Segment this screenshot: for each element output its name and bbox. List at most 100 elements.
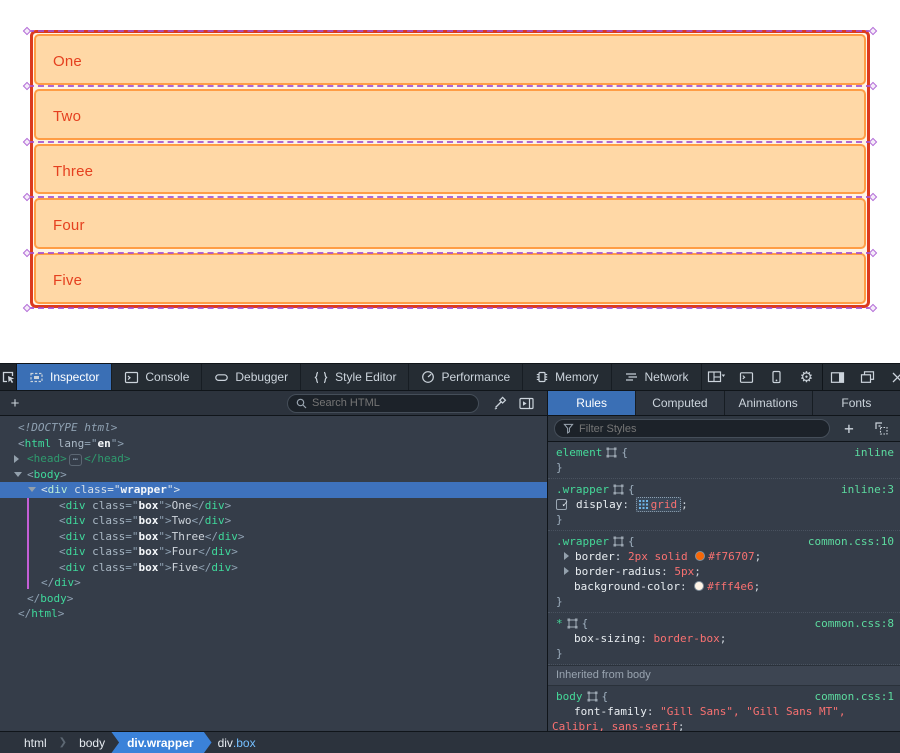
page-box-four: Four [34,198,866,249]
filter-styles-input[interactable] [579,423,821,435]
stylesheet-link[interactable]: common.css:1 [815,689,894,704]
tab-memory[interactable]: Memory [523,364,611,390]
grid-highlighter-toggle[interactable]: grid [636,497,682,512]
declaration-checkbox[interactable] [556,499,567,510]
sidebar-tab-computed[interactable]: Computed [636,391,724,415]
tab-style-editor[interactable]: Style Editor [301,364,409,390]
breadcrumb-separator-icon: ❯ [59,737,67,748]
highlight-selector-icon[interactable] [602,446,621,459]
split-console-icon[interactable] [732,364,762,391]
css-declaration[interactable]: display: grid; [548,497,900,512]
tab-performance[interactable]: Performance [409,364,523,390]
separate-window-icon[interactable] [853,364,883,391]
rules-view: + element{inline}.wrapper{inline:3displa… [548,416,900,731]
search-html-box[interactable] [287,394,479,413]
markup-node[interactable]: <div class="box">One</div> [0,498,547,514]
search-icon [296,398,307,409]
breadcrumb-item-selected[interactable]: div.wrapper [111,732,211,753]
expand-twisty[interactable] [14,455,19,463]
color-swatch[interactable] [694,581,704,591]
markup-node[interactable]: </div> [0,575,547,591]
css-declaration[interactable]: background-color: #fff4e6; [548,579,900,594]
markup-view: <!DOCTYPE html><html lang="en"><head>⋯</… [0,416,548,731]
stylesheet-link[interactable]: common.css:8 [815,616,894,631]
filter-styles-box[interactable] [554,419,830,438]
breadcrumb-item[interactable]: html [14,732,57,753]
markup-node-selected[interactable]: <div class="wrapper"> [0,482,547,498]
markup-node[interactable]: </html> [0,606,547,622]
select-iframe-icon[interactable] [702,364,732,391]
tab-label: Console [145,370,189,384]
add-rule-button[interactable]: + [836,416,862,441]
css-rule: *{common.css:8box-sizing: border-box;} [548,613,900,665]
console-icon [124,371,139,384]
markup-node[interactable]: <body> [0,467,547,483]
style-editor-icon [313,371,329,384]
page-box-five: Five [34,253,866,304]
page-box-three: Three [34,144,866,195]
network-icon [624,371,639,383]
search-html-input[interactable] [312,397,470,409]
markup-node[interactable]: <head>⋯</head> [0,451,547,467]
breadcrumb-item[interactable]: div.box [208,732,266,753]
markup-node[interactable]: <div class="box">Five</div> [0,560,547,576]
tab-label: Performance [441,370,510,384]
tab-console[interactable]: Console [112,364,202,390]
markup-node[interactable]: <div class="box">Four</div> [0,544,547,560]
sidebar-tab-animations[interactable]: Animations [725,391,813,415]
close-icon[interactable] [883,364,900,391]
css-rule: element{inline} [548,442,900,479]
grid-row-line [28,30,872,32]
css-rule: body{common.css:1font-family: "Gill Sans… [548,686,900,731]
css-declaration[interactable]: font-family: "Gill Sans", "Gill Sans MT"… [548,704,900,731]
expand-declaration-icon[interactable] [564,552,569,560]
expand-twisty[interactable] [28,487,36,492]
tab-inspector[interactable]: Inspector [17,364,112,390]
breadcrumb-item[interactable]: body [69,732,115,753]
rule-selector[interactable]: body [556,690,583,703]
highlight-selector-icon[interactable] [583,690,602,703]
rendering-panel-icon[interactable] [513,391,539,416]
tab-debugger[interactable]: Debugger [202,364,301,390]
markup-node[interactable]: </body> [0,591,547,607]
pseudo-class-panel-icon[interactable] [868,416,894,441]
sidebar-tab-fonts[interactable]: Fonts [813,391,900,415]
highlight-selector-icon[interactable] [609,535,628,548]
highlight-selector-icon[interactable] [609,483,628,496]
screenshot-stage: OneTwoThreeFourFive Inspector Console Debu… [0,0,900,753]
rule-selector[interactable]: .wrapper [556,535,609,548]
element-picker-button[interactable] [0,364,17,390]
rendered-page: OneTwoThreeFourFive [0,0,900,363]
tab-label: Network [645,370,689,384]
add-node-button[interactable]: + [0,395,30,412]
tab-network[interactable]: Network [612,364,702,390]
stylesheet-link[interactable]: common.css:10 [808,534,894,549]
dock-side-icon[interactable] [823,364,853,391]
stylesheet-link[interactable]: inline [854,445,894,460]
stylesheet-link[interactable]: inline:3 [841,482,894,497]
rule-selector[interactable]: element [556,446,602,459]
markup-node[interactable]: <html lang="en"> [0,436,547,452]
expand-twisty[interactable] [14,472,22,477]
settings-icon[interactable]: ⚙ [792,364,822,391]
grid-icon [639,498,651,511]
debugger-icon [214,371,229,384]
css-declaration[interactable]: border: 2px solid #f76707; [548,549,900,564]
highlight-selector-icon[interactable] [563,617,582,630]
color-swatch[interactable] [695,551,705,561]
eyedropper-icon[interactable] [487,391,513,416]
sidebar-tab-rules[interactable]: Rules [548,391,636,415]
grid-row-line [28,141,872,143]
expand-declaration-icon[interactable] [564,567,569,575]
css-declaration[interactable]: box-sizing: border-box; [548,631,900,646]
markup-node[interactable]: <div class="box">Three</div> [0,529,547,545]
rule-selector[interactable]: .wrapper [556,483,609,496]
css-rule: .wrapper{common.css:10border: 2px solid … [548,531,900,613]
rule-selector[interactable]: * [556,617,563,630]
selected-children-guide [27,498,29,589]
css-declaration[interactable]: border-radius: 5px; [548,564,900,579]
responsive-mode-icon[interactable] [762,364,792,391]
tab-label: Style Editor [335,370,396,384]
markup-node[interactable]: <div class="box">Two</div> [0,513,547,529]
markup-node[interactable]: <!DOCTYPE html> [0,420,547,436]
